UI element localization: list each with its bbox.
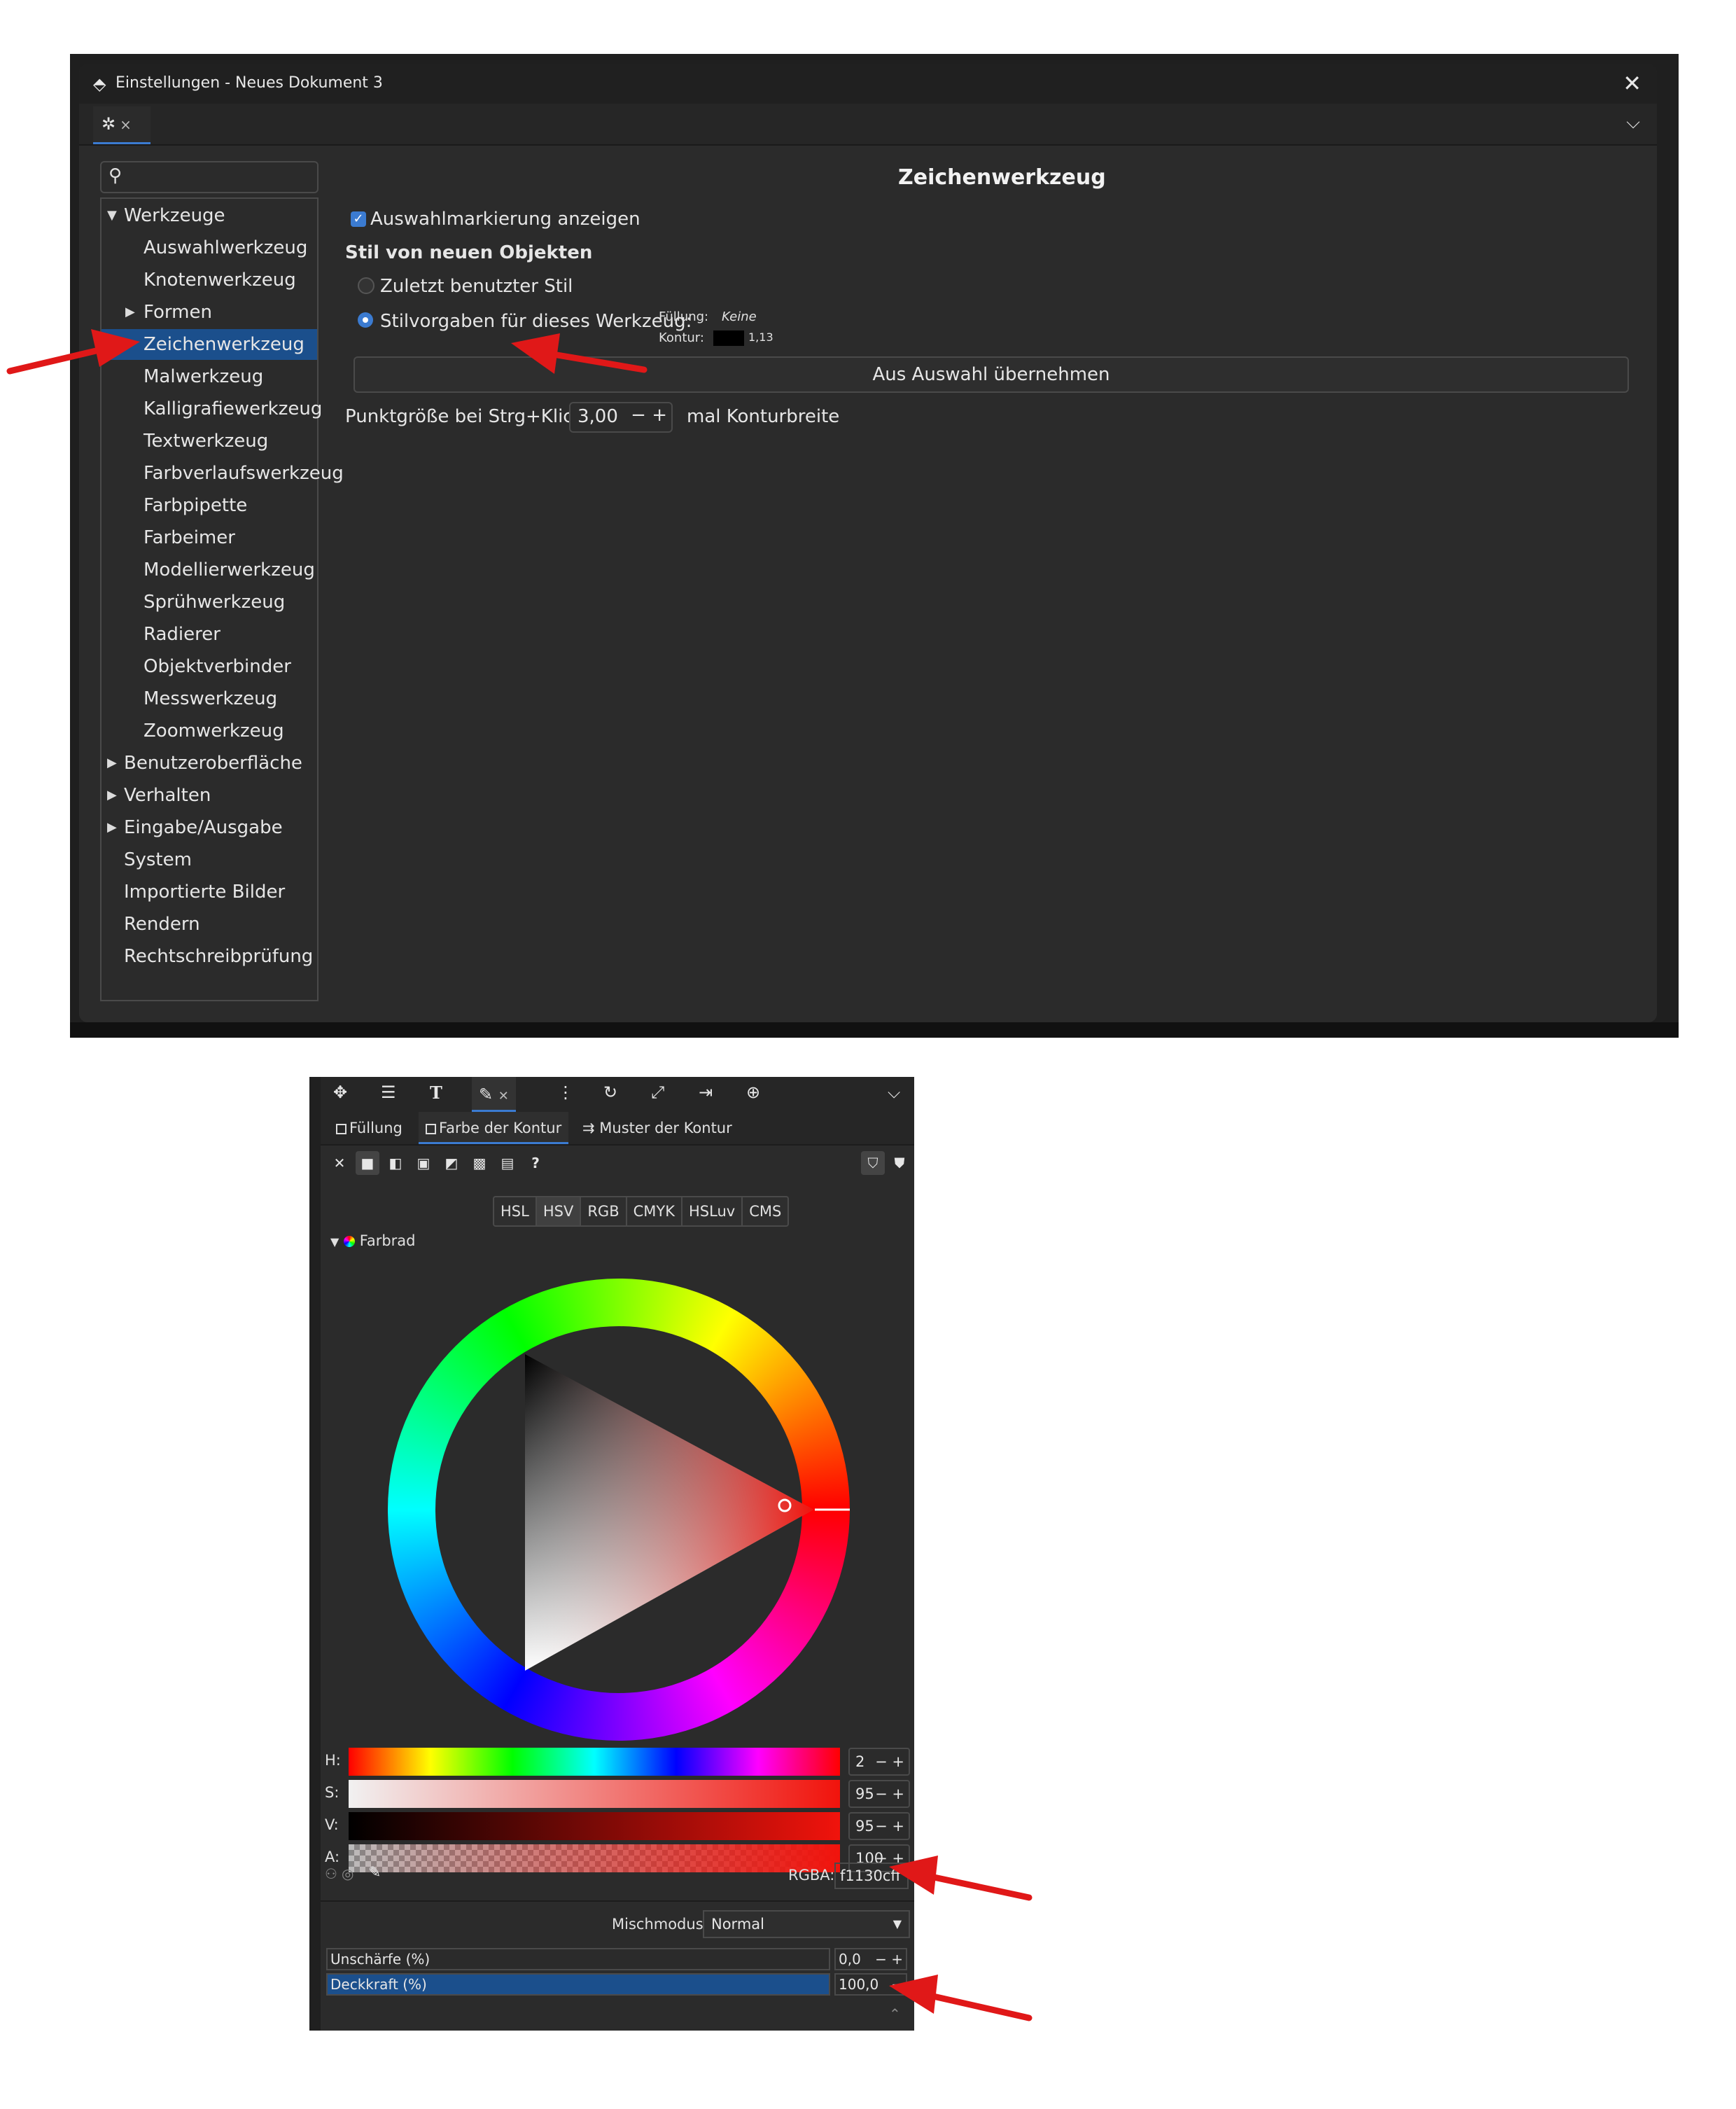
export-icon[interactable]: ⇥	[699, 1083, 713, 1102]
node-icon[interactable]: ✥	[333, 1083, 347, 1102]
fill-stroke-icon[interactable]: ✎ ✕	[472, 1077, 516, 1112]
annotation-arrow-2	[550, 351, 648, 373]
unset-paint-icon[interactable]: ?	[524, 1151, 547, 1175]
out-of-gamut-icon: ◎	[342, 1865, 354, 1882]
pattern-icon[interactable]: ▩	[468, 1151, 491, 1175]
radial-gradient-icon[interactable]: ▣	[412, 1151, 435, 1175]
tab-close-icon[interactable]: ✕	[498, 1089, 509, 1104]
text-icon[interactable]: T	[430, 1083, 442, 1103]
mode-rgb[interactable]: RGB	[581, 1197, 627, 1225]
tab-stroke-paint[interactable]: Farbe der Kontur	[419, 1112, 569, 1144]
xml-icon[interactable]: ⤢	[651, 1083, 664, 1102]
objects-icon[interactable]: ⋮	[557, 1083, 574, 1102]
annotation-arrow-3-head	[889, 1856, 938, 1895]
tab-stroke-style[interactable]: ⇉ Muster der Kontur	[582, 1112, 732, 1144]
fill-box-icon	[336, 1123, 346, 1134]
slider-label-v: V:	[325, 1816, 339, 1833]
annotation-arrows-top	[6, 329, 648, 375]
annotation-arrow-2-head	[511, 333, 560, 374]
saturation-value-field[interactable]: 95− +	[848, 1780, 910, 1808]
blur-value[interactable]: 0,0	[839, 1951, 861, 1968]
linear-gradient-icon[interactable]: ◧	[384, 1151, 407, 1175]
saturation-slider[interactable]	[349, 1780, 840, 1808]
color-managed-icon: ⚇	[325, 1865, 337, 1882]
no-paint-icon[interactable]: ✕	[328, 1151, 351, 1175]
annotation-arrow-1-head	[91, 329, 140, 367]
flat-color-icon[interactable]: ■	[356, 1151, 379, 1175]
tab-stroke-paint-label: Farbe der Kontur	[439, 1120, 562, 1136]
hue-value[interactable]: 2	[855, 1753, 864, 1770]
tab-fill-label: Füllung	[349, 1120, 402, 1136]
evenodd-fill-icon[interactable]: ⛉	[861, 1151, 885, 1175]
color-wheel-icon	[344, 1236, 355, 1247]
tab-stroke-style-label: Muster der Kontur	[599, 1120, 732, 1136]
stroke-style-icon: ⇉	[582, 1120, 595, 1136]
slider-label-s: S:	[325, 1784, 340, 1801]
annotation-arrow-3	[920, 1872, 1032, 1901]
stroke-box-icon	[426, 1123, 436, 1134]
blend-label: Mischmodus:	[612, 1916, 708, 1933]
align-icon[interactable]: ☰	[381, 1083, 396, 1102]
transform-icon[interactable]: ↻	[603, 1083, 617, 1102]
tab-fill[interactable]: Füllung	[336, 1112, 402, 1144]
blend-mode-value: Normal	[711, 1916, 764, 1933]
nonzero-fill-icon[interactable]: ⛊	[888, 1151, 911, 1175]
color-wheel-label: Farbrad	[359, 1232, 416, 1249]
mode-hsl[interactable]: HSL	[494, 1197, 537, 1225]
color-wheel[interactable]	[388, 1279, 850, 1741]
value-slider[interactable]	[349, 1812, 840, 1840]
annotation-arrow-4	[920, 1991, 1032, 2021]
chevron-down-icon[interactable]: ⌵	[888, 1083, 900, 1102]
color-mode-selector: HSL HSV RGB CMYK HSLuv CMS	[493, 1196, 790, 1227]
annotation-arrows-bottom	[889, 1856, 1032, 2021]
dock-toolbar: ✥ ☰ T ✎ ✕ ⋮ ↻ ⤢ ⇥ ⊕ ⌵	[321, 1077, 914, 1113]
saturation-stepper[interactable]: − +	[875, 1781, 904, 1807]
mode-cmyk[interactable]: CMYK	[627, 1197, 682, 1225]
paint-type-row: ✕ ■ ◧ ▣ ◩ ▩ ▤ ? ⛉ ⛊	[321, 1148, 914, 1179]
annotation-arrow-1	[6, 345, 108, 375]
expand-arrow-icon: ▼	[330, 1235, 340, 1248]
hue-value-field[interactable]: 2 − +	[848, 1748, 910, 1776]
mesh-gradient-icon[interactable]: ◩	[440, 1151, 463, 1175]
color-picker-icon[interactable]: ✎	[368, 1864, 381, 1881]
blur-label: Unschärfe (%)	[330, 1951, 430, 1968]
mode-cms[interactable]: CMS	[743, 1197, 788, 1225]
annotation-arrow-4-head	[889, 1975, 938, 2014]
opacity-slider[interactable]: Deckkraft (%)	[326, 1973, 830, 1996]
divider	[321, 1900, 914, 1902]
blur-slider[interactable]: Unschärfe (%)	[326, 1948, 830, 1970]
slider-label-h: H:	[325, 1752, 341, 1769]
symbols-icon[interactable]: ⊕	[746, 1083, 760, 1102]
color-wheel-expander[interactable]: ▼ Farbrad	[330, 1232, 416, 1249]
hue-slider[interactable]	[349, 1748, 840, 1776]
blend-row: Mischmodus: Normal ▼	[321, 1909, 914, 1940]
swatch-icon[interactable]: ▤	[496, 1151, 519, 1175]
hue-stepper[interactable]: − +	[875, 1749, 904, 1774]
rgba-label: RGBA:	[788, 1867, 835, 1884]
fill-stroke-panel: ✥ ☰ T ✎ ✕ ⋮ ↻ ⤢ ⇥ ⊕ ⌵ Füllung Farbe der …	[309, 1077, 914, 2031]
mode-hsluv[interactable]: HSLuv	[682, 1197, 743, 1225]
mode-hsv[interactable]: HSV	[536, 1197, 582, 1225]
opacity-label: Deckkraft (%)	[330, 1976, 427, 1993]
saturation-value[interactable]: 95	[855, 1786, 874, 1802]
fill-stroke-tabs: Füllung Farbe der Kontur ⇉ Muster der Ko…	[321, 1112, 914, 1146]
rgba-row: ⚇ ◎ ✎ RGBA: f1130cff	[321, 1861, 914, 1892]
